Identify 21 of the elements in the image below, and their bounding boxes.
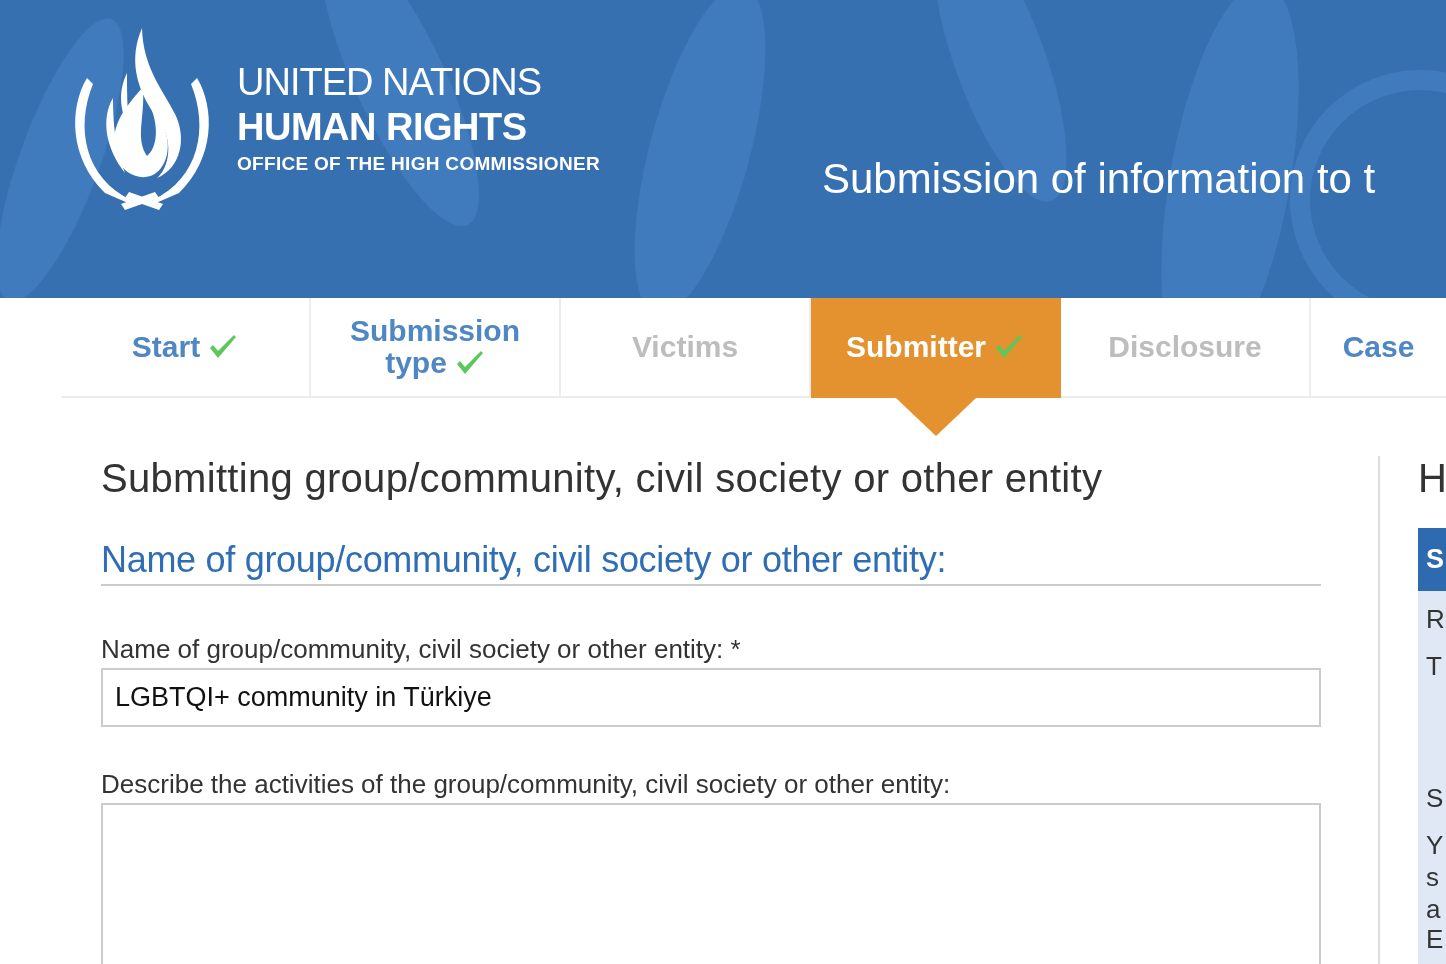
form-heading: Submitting group/community, civil society or other entity xyxy=(101,455,1104,502)
input-field[interactable]: LGBTQI+ community in Türkiye xyxy=(101,668,1321,727)
panel-text: R xyxy=(1426,603,1446,635)
page-title: Submission of information to t xyxy=(821,155,1377,203)
organization-subtitle: OFFICE OF THE HIGH COMMISSIONER xyxy=(237,152,600,176)
panel-text: s xyxy=(1426,861,1440,893)
panel-text: Y xyxy=(1426,829,1445,861)
organization-name: UNITED NATIONS xyxy=(237,60,543,105)
sidebar-heading: H xyxy=(1418,455,1446,502)
step-tab[interactable]: Submission type xyxy=(311,298,561,398)
organization-name: HUMAN RIGHTS xyxy=(237,105,528,149)
section-title: Name of group/community, civil society or other entity: xyxy=(101,536,1321,586)
field-label: Name of group/community, civil society or other entity: * xyxy=(101,633,742,666)
field-label: Describe the activities of the group/community, civil society or other entity: xyxy=(101,768,952,801)
panel-text: T xyxy=(1426,650,1443,682)
panel-text: E xyxy=(1426,923,1445,955)
panel-text: S xyxy=(1426,782,1445,814)
step-tab[interactable]: Start xyxy=(61,298,311,398)
text-area[interactable] xyxy=(101,803,1321,964)
panel-title: S xyxy=(1426,544,1444,575)
panel-text: a xyxy=(1426,893,1442,925)
